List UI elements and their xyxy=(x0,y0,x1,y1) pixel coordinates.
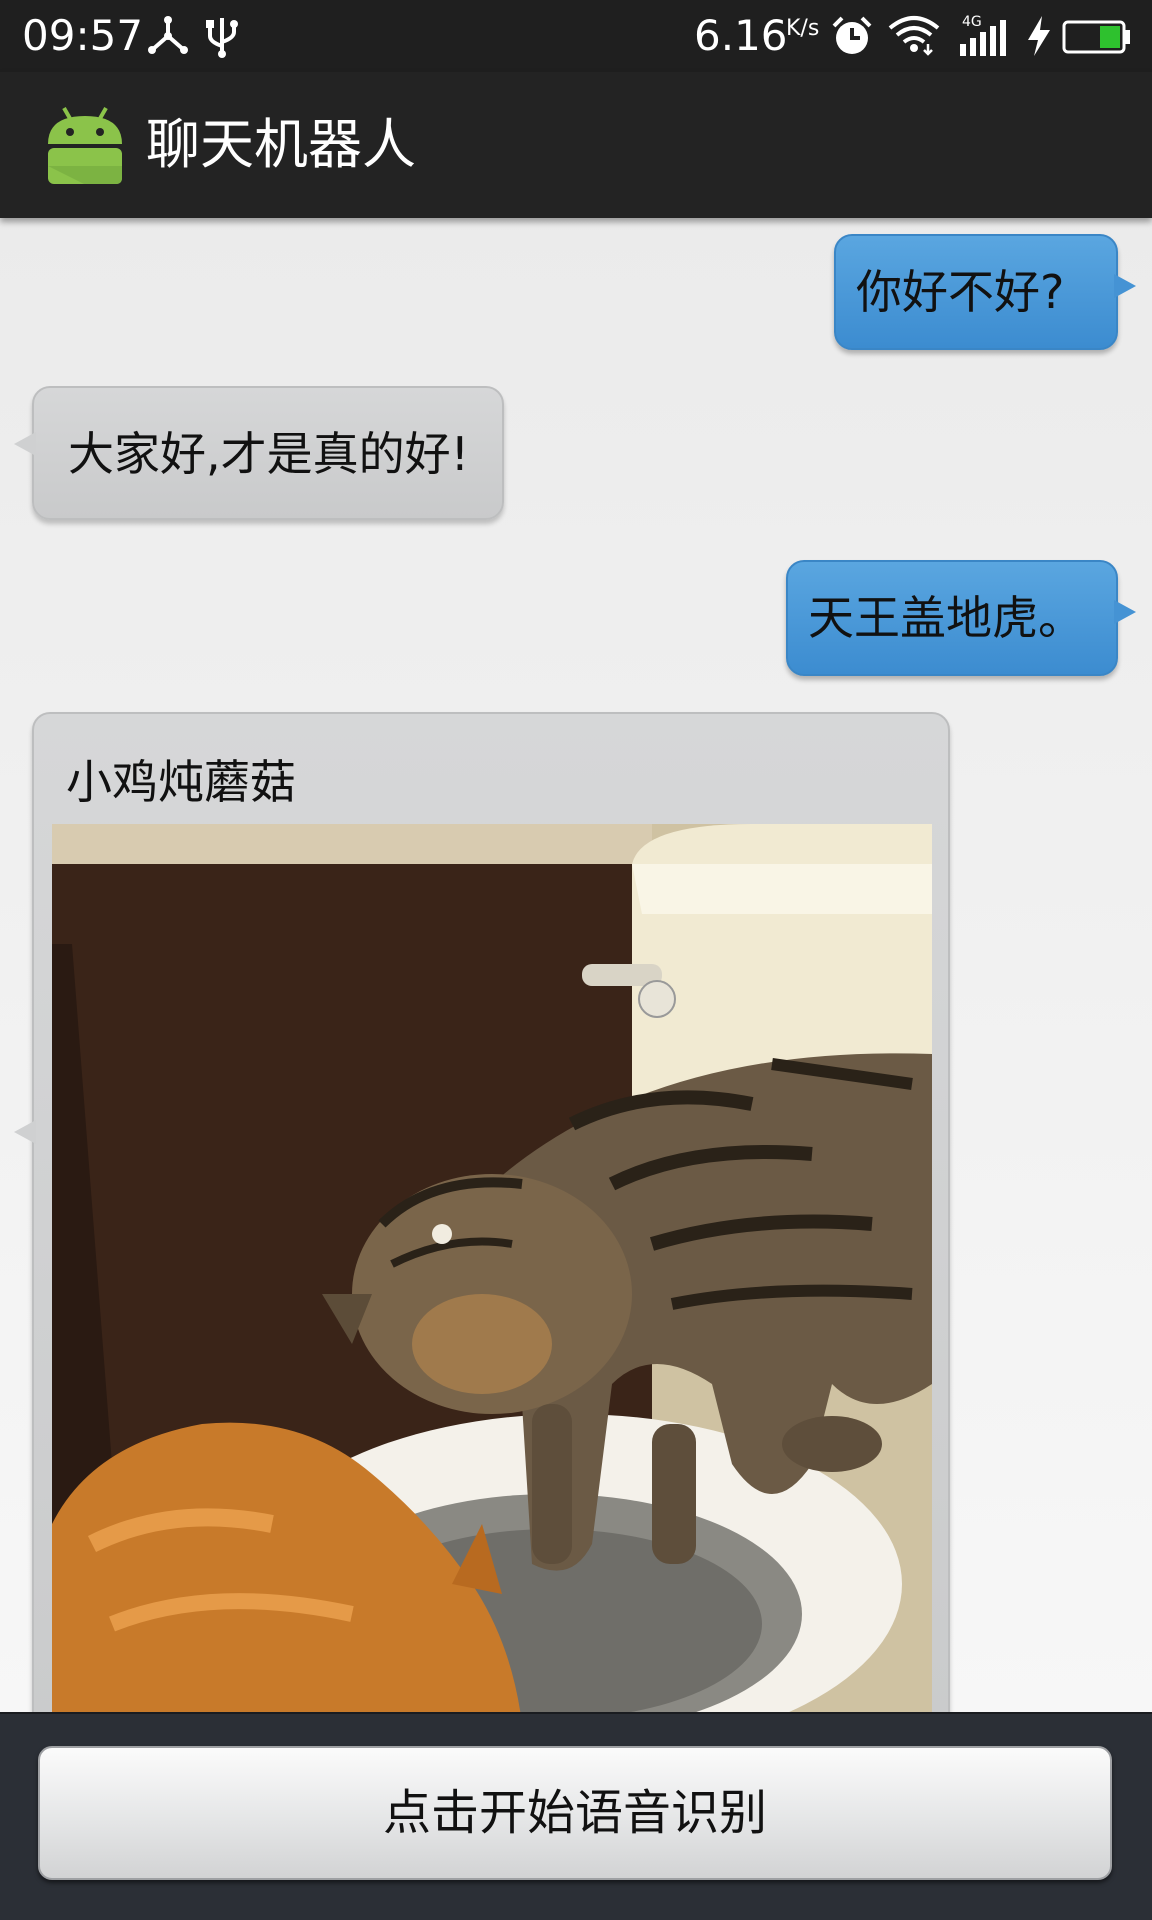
message-incoming[interactable]: 大家好,才是真的好! xyxy=(32,386,504,520)
start-voice-recognition-button[interactable]: 点击开始语音识别 xyxy=(38,1746,1112,1880)
cat-photo[interactable] xyxy=(52,824,932,1712)
bottom-bar: 点击开始语音识别 xyxy=(0,1712,1152,1920)
bubble-tail xyxy=(14,432,36,456)
message-text: 你好不好? xyxy=(856,265,1065,319)
action-bar: 聊天机器人 xyxy=(0,72,1152,218)
message-text: 天王盖地虎。 xyxy=(808,591,1084,645)
wifi-icon xyxy=(888,16,940,56)
status-bar: 09:57 6.16 K/s 4G xyxy=(0,0,1152,72)
message-outgoing[interactable]: 你好不好? xyxy=(834,234,1118,350)
cat-photo-image xyxy=(52,824,932,1712)
card-title: 小鸡炖蘑菇 xyxy=(66,755,296,809)
network-speed-unit: K/s xyxy=(786,16,820,41)
signal-icon xyxy=(960,20,1006,56)
chat-list[interactable]: 你好不好? 大家好,才是真的好! 天王盖地虎。 小鸡炖蘑菇 xyxy=(0,218,1152,1712)
bubble-tail xyxy=(14,1120,36,1144)
status-time: 09:57 xyxy=(22,11,144,60)
message-outgoing[interactable]: 天王盖地虎。 xyxy=(786,560,1118,676)
android-robot-icon[interactable] xyxy=(44,104,126,186)
usb-icon xyxy=(206,18,238,58)
charging-icon xyxy=(1028,16,1050,56)
network-speed: 6.16 xyxy=(694,11,788,60)
network-share-icon xyxy=(148,16,188,54)
screen: 09:57 6.16 K/s 4G 聊天机器人 你好不好? 大家好,才是真的好!… xyxy=(0,0,1152,1920)
bubble-tail xyxy=(1114,274,1136,298)
page-title: 聊天机器人 xyxy=(146,113,416,176)
bubble-tail xyxy=(1114,600,1136,624)
battery-icon xyxy=(1062,20,1130,54)
message-image-card[interactable]: 小鸡炖蘑菇 xyxy=(32,712,950,1712)
message-text: 大家好,才是真的好! xyxy=(68,427,470,481)
alarm-icon xyxy=(832,16,872,54)
